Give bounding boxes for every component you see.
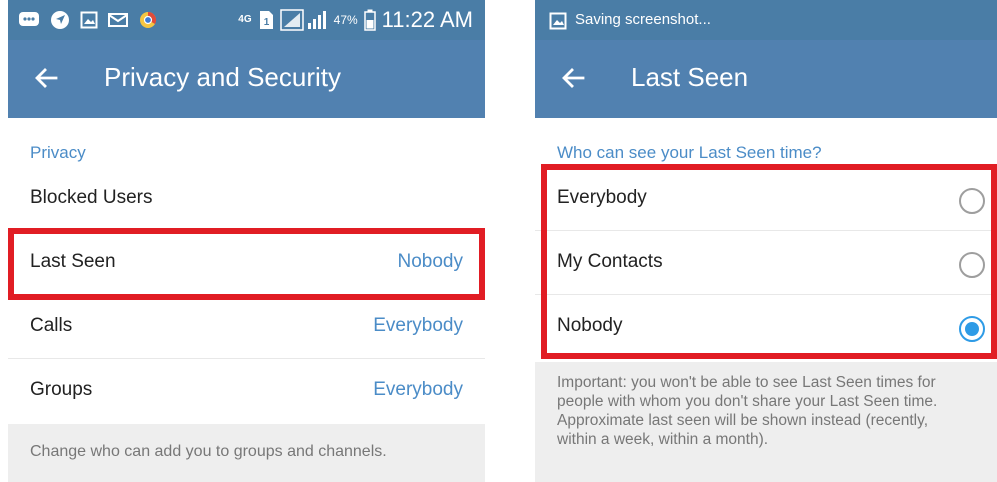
clock: 11:22 AM	[381, 7, 473, 32]
row-label: Calls	[30, 315, 73, 336]
signal-icon	[279, 9, 326, 31]
last-seen-row[interactable]: Last Seen Nobody	[8, 232, 485, 295]
app-bar: Last Seen	[535, 40, 997, 118]
network-type: 4G	[238, 14, 252, 25]
notification-icons	[18, 8, 158, 32]
page-title: Privacy and Security	[104, 62, 341, 92]
back-arrow-icon[interactable]	[32, 64, 60, 92]
back-arrow-icon[interactable]	[559, 64, 587, 92]
option-label: My Contacts	[557, 251, 663, 272]
location-icon	[51, 11, 69, 29]
svg-text:1: 1	[263, 17, 269, 28]
status-notification: Saving screenshot...	[575, 11, 711, 28]
last-seen-question: Who can see your Last Seen time?	[557, 143, 822, 162]
screenshot-icon	[549, 12, 567, 30]
option-label: Nobody	[557, 315, 623, 336]
mail-icon	[108, 13, 128, 27]
option-everybody[interactable]: Everybody	[535, 168, 997, 231]
row-label: Last Seen	[30, 251, 116, 272]
radio-nobody[interactable]	[959, 316, 985, 342]
sim-icon: 1	[259, 11, 273, 29]
row-value: Nobody	[397, 251, 464, 272]
status-bar: Saving screenshot...	[535, 0, 997, 40]
chrome-icon	[140, 11, 157, 28]
radio-my-contacts[interactable]	[959, 252, 985, 278]
radio-everybody[interactable]	[959, 188, 985, 214]
groups-footer-text: Change who can add you to groups and cha…	[30, 443, 387, 460]
footer-info: Change who can add you to groups and cha…	[8, 424, 485, 482]
groups-row[interactable]: Groups Everybody	[8, 360, 485, 423]
privacy-section-header: Privacy	[30, 143, 86, 162]
note-box: Important: you won't be able to see Last…	[535, 362, 997, 482]
option-my-contacts[interactable]: My Contacts	[535, 232, 997, 295]
app-bar: Privacy and Security	[8, 40, 485, 118]
gallery-icon	[80, 11, 98, 29]
row-value: Everybody	[373, 315, 463, 336]
battery-percent: 47%	[333, 13, 358, 27]
row-label: Blocked Users	[30, 187, 153, 208]
calls-row[interactable]: Calls Everybody	[8, 296, 485, 359]
last-seen-screen: Saving screenshot... Last Seen Who can s…	[535, 0, 997, 482]
page-title: Last Seen	[631, 62, 749, 92]
row-value: Everybody	[373, 379, 463, 400]
battery-icon	[363, 9, 376, 31]
message-icon	[19, 12, 39, 26]
last-seen-note: Important: you won't be able to see Last…	[557, 374, 938, 448]
blocked-users-row[interactable]: Blocked Users	[8, 168, 485, 231]
status-bar-right: 4G 1 47% 11:22 AM	[238, 6, 473, 34]
privacy-security-screen: 4G 1 47% 11:22 AM Privacy and Security P…	[8, 0, 485, 482]
option-label: Everybody	[557, 187, 647, 208]
status-bar: 4G 1 47% 11:22 AM	[8, 0, 485, 40]
row-label: Groups	[30, 379, 93, 400]
option-nobody[interactable]: Nobody	[535, 296, 997, 359]
